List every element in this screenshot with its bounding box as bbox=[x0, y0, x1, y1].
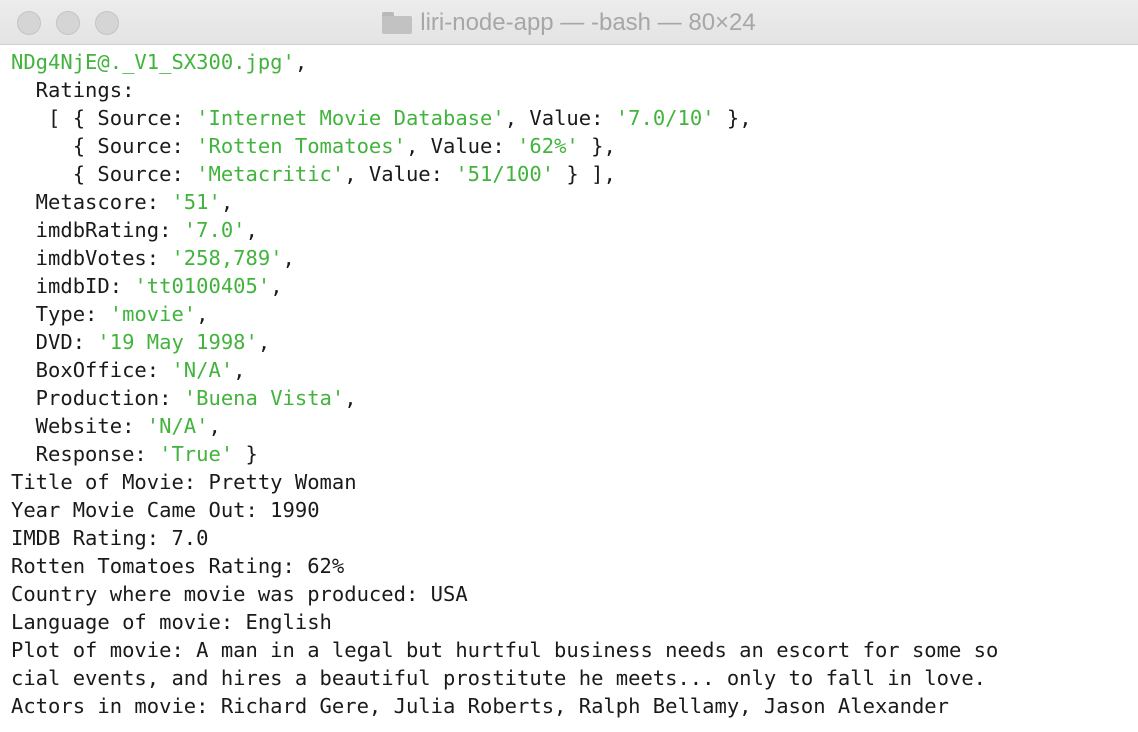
terminal-line: { Source: 'Rotten Tomatoes', Value: '62%… bbox=[11, 132, 1138, 160]
terminal-text: , bbox=[282, 246, 295, 270]
terminal-line: [ { Source: 'Internet Movie Database', V… bbox=[11, 104, 1138, 132]
string-value: 'Rotten Tomatoes' bbox=[196, 134, 406, 158]
terminal-text: Actors in movie: Richard Gere, Julia Rob… bbox=[11, 694, 949, 718]
terminal-text: Language of movie: English bbox=[11, 610, 332, 634]
terminal-text: DVD: bbox=[11, 330, 98, 354]
terminal-text: Rotten Tomatoes Rating: 62% bbox=[11, 554, 345, 578]
string-value: '258,789' bbox=[171, 246, 283, 270]
terminal-text: cial events, and hires a beautiful prost… bbox=[11, 666, 987, 690]
terminal-line: Metascore: '51', bbox=[11, 188, 1138, 216]
terminal-text: , bbox=[208, 414, 221, 438]
terminal-line: Rotten Tomatoes Rating: 62% bbox=[11, 552, 1138, 580]
terminal-text: Type: bbox=[11, 302, 110, 326]
terminal-text: IMDB Rating: 7.0 bbox=[11, 526, 209, 550]
string-value: 'Metacritic' bbox=[196, 162, 345, 186]
string-value: 'Buena Vista' bbox=[183, 386, 345, 410]
terminal-line: Country where movie was produced: USA bbox=[11, 580, 1138, 608]
terminal-line: NDg4NjE@._V1_SX300.jpg', bbox=[11, 48, 1138, 76]
string-value: '19 May 1998' bbox=[97, 330, 258, 354]
terminal-text: , bbox=[270, 274, 283, 298]
terminal-text: , bbox=[220, 190, 234, 214]
terminal-text: , Value: bbox=[405, 134, 518, 158]
terminal-line: Ratings: bbox=[11, 76, 1138, 104]
terminal-output[interactable]: NDg4NjE@._V1_SX300.jpg', Ratings: [ { So… bbox=[11, 48, 1138, 720]
string-value: '62%' bbox=[517, 134, 579, 158]
terminal-text: , bbox=[294, 50, 308, 74]
terminal-line: IMDB Rating: 7.0 bbox=[11, 524, 1138, 552]
terminal-text: }, bbox=[578, 134, 616, 158]
terminal-text: } bbox=[233, 442, 258, 466]
terminal-line: Plot of movie: A man in a legal but hurt… bbox=[11, 636, 1138, 664]
terminal-line: Production: 'Buena Vista', bbox=[11, 384, 1138, 412]
terminal-line: cial events, and hires a beautiful prost… bbox=[11, 664, 1138, 692]
string-value: '7.0/10' bbox=[615, 106, 715, 130]
terminal-text: { Source: bbox=[11, 134, 197, 158]
terminal-line: { Source: 'Metacritic', Value: '51/100' … bbox=[11, 160, 1138, 188]
terminal-text: Plot of movie: A man in a legal but hurt… bbox=[11, 638, 999, 662]
terminal-line: Year Movie Came Out: 1990 bbox=[11, 496, 1138, 524]
terminal-text: Website: bbox=[11, 414, 147, 438]
window-title: liri-node-app — -bash — 80×24 bbox=[420, 8, 756, 36]
window-title-group: liri-node-app — -bash — 80×24 bbox=[0, 0, 1138, 45]
string-value: '7.0' bbox=[183, 218, 246, 242]
terminal-text: Year Movie Came Out: 1990 bbox=[11, 498, 320, 522]
terminal-window: liri-node-app — -bash — 80×24 NDg4NjE@._… bbox=[0, 0, 1138, 732]
terminal-text: , bbox=[257, 330, 271, 354]
terminal-line: imdbID: 'tt0100405', bbox=[11, 272, 1138, 300]
terminal-text: Production: bbox=[11, 386, 184, 410]
folder-icon bbox=[382, 11, 413, 34]
terminal-line: Actors in movie: Richard Gere, Julia Rob… bbox=[11, 692, 1138, 720]
string-value: 'movie' bbox=[109, 302, 197, 326]
terminal-line: DVD: '19 May 1998', bbox=[11, 328, 1138, 356]
title-bar[interactable]: liri-node-app — -bash — 80×24 bbox=[0, 0, 1138, 45]
terminal-line: Response: 'True' } bbox=[11, 440, 1138, 468]
string-value: 'Internet Movie Database' bbox=[196, 106, 505, 130]
string-value: '51' bbox=[171, 190, 221, 214]
terminal-text: , bbox=[196, 302, 209, 326]
terminal-text: , bbox=[344, 386, 357, 410]
string-value: 'N/A' bbox=[171, 358, 234, 382]
terminal-line: Type: 'movie', bbox=[11, 300, 1138, 328]
terminal-text: }, bbox=[714, 106, 752, 130]
terminal-line: Title of Movie: Pretty Woman bbox=[11, 468, 1138, 496]
terminal-line: imdbRating: '7.0', bbox=[11, 216, 1138, 244]
terminal-text: imdbID: bbox=[11, 274, 135, 298]
string-value: 'True' bbox=[159, 442, 234, 466]
terminal-text: Ratings: bbox=[11, 78, 135, 102]
terminal-text: } ], bbox=[554, 162, 616, 186]
terminal-text: Title of Movie: Pretty Woman bbox=[11, 470, 357, 494]
string-value: 'N/A' bbox=[146, 414, 209, 438]
string-value: '51/100' bbox=[455, 162, 555, 186]
terminal-text: Response: bbox=[11, 442, 160, 466]
terminal-text: [ { Source: bbox=[11, 106, 197, 130]
terminal-text: Metascore: bbox=[11, 190, 172, 214]
string-value: NDg4NjE@._V1_SX300.jpg' bbox=[11, 50, 295, 74]
terminal-line: Language of movie: English bbox=[11, 608, 1138, 636]
terminal-text: , bbox=[233, 358, 246, 382]
terminal-text: Country where movie was produced: USA bbox=[11, 582, 468, 606]
terminal-text: , Value: bbox=[344, 162, 456, 186]
terminal-line: imdbVotes: '258,789', bbox=[11, 244, 1138, 272]
terminal-line: BoxOffice: 'N/A', bbox=[11, 356, 1138, 384]
string-value: 'tt0100405' bbox=[134, 274, 271, 298]
terminal-line: Website: 'N/A', bbox=[11, 412, 1138, 440]
terminal-text: , bbox=[245, 218, 258, 242]
terminal-text: imdbRating: bbox=[11, 218, 184, 242]
terminal-text: imdbVotes: bbox=[11, 246, 172, 270]
terminal-text: { Source: bbox=[11, 162, 197, 186]
terminal-text: BoxOffice: bbox=[11, 358, 172, 382]
terminal-text: , Value: bbox=[504, 106, 616, 130]
